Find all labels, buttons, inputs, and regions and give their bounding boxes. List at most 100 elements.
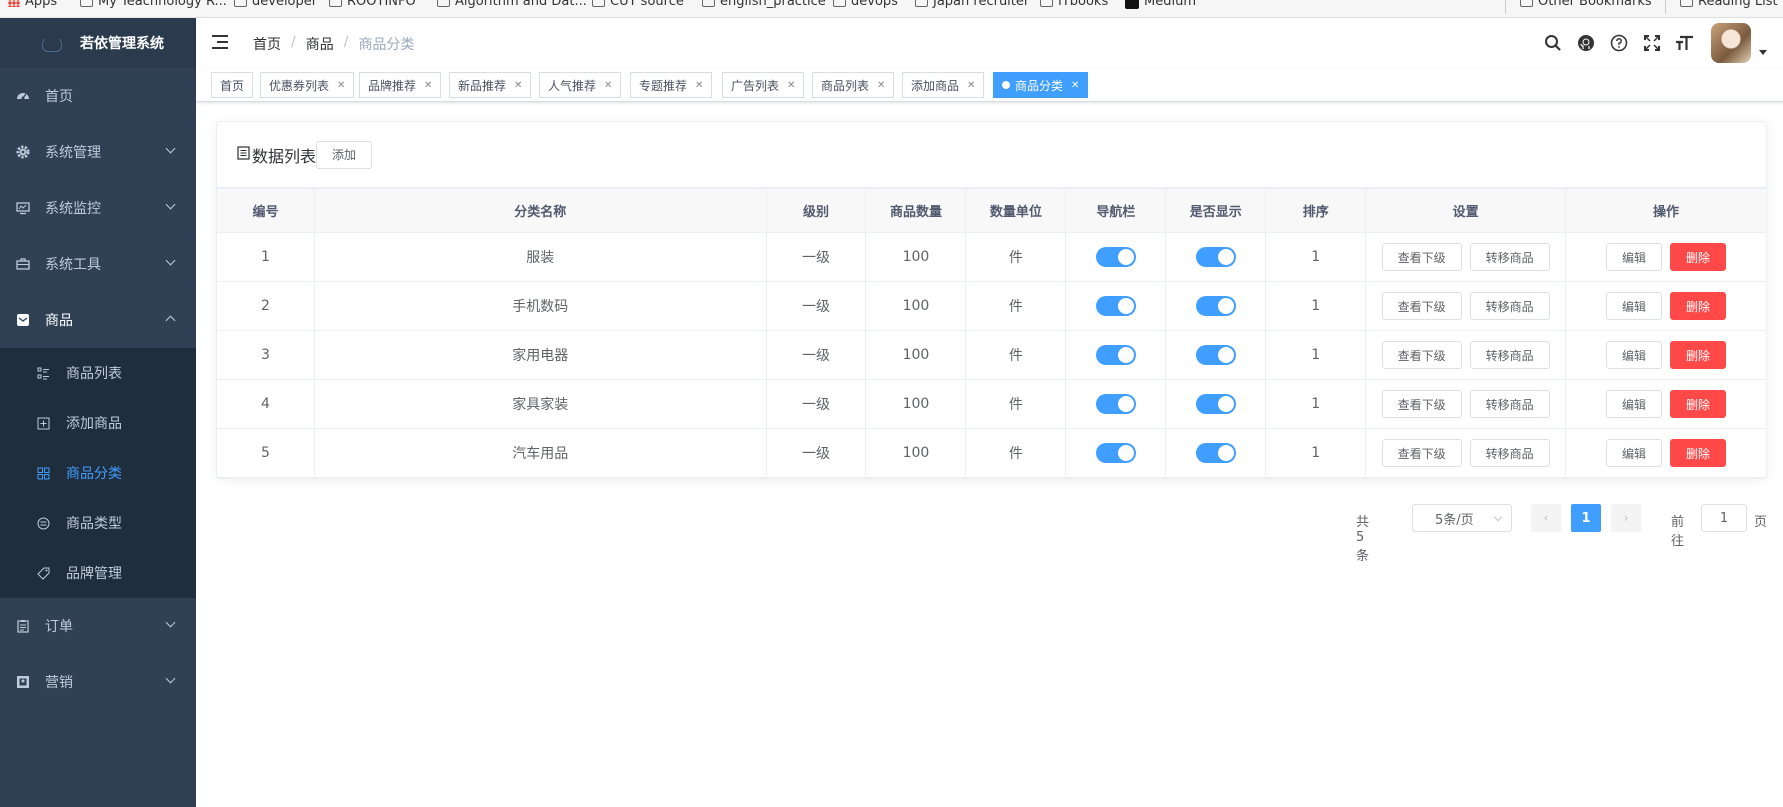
page-size-select[interactable]: 5条/页 [1412, 504, 1512, 532]
close-icon[interactable]: ✕ [967, 80, 975, 91]
tag-new-recommend[interactable]: 新品推荐 ✕ [449, 72, 532, 98]
bookmark-reading-list[interactable]: Reading List [1680, 0, 1778, 9]
tag-ad-list[interactable]: 广告列表 ✕ [722, 72, 805, 98]
view-children-button[interactable]: 查看下级 [1381, 390, 1462, 418]
tag-coupon-list[interactable]: 优惠券列表 ✕ [260, 72, 355, 98]
hamburger-icon[interactable] [212, 35, 228, 49]
nav-toggle[interactable] [1095, 296, 1136, 316]
show-toggle[interactable] [1195, 247, 1236, 267]
tag-brand-recommend[interactable]: 品牌推荐 ✕ [359, 72, 442, 98]
column-header[interactable]: 排序 [1265, 188, 1367, 233]
show-toggle[interactable] [1195, 345, 1236, 365]
edit-button[interactable]: 编辑 [1606, 292, 1663, 320]
edit-button[interactable]: 编辑 [1606, 243, 1663, 271]
view-children-button[interactable]: 查看下级 [1381, 439, 1462, 467]
sidebar-item-goods-category[interactable]: 商品分类 [0, 448, 196, 498]
bookmark-item[interactable]: ITbooks [1040, 0, 1108, 9]
sidebar-item-tools[interactable]: 系统工具 [0, 236, 196, 292]
goto-page-input[interactable] [1701, 504, 1747, 532]
column-header[interactable]: 商品数量 [865, 188, 967, 233]
column-header[interactable]: 级别 [765, 188, 867, 233]
view-children-button[interactable]: 查看下级 [1381, 292, 1462, 320]
close-icon[interactable]: ✕ [514, 80, 522, 91]
transfer-goods-button[interactable]: 转移商品 [1469, 390, 1550, 418]
column-header[interactable]: 设置 [1365, 188, 1567, 233]
breadcrumb-home[interactable]: 首页 [253, 34, 281, 54]
chevron-right-icon[interactable]: › [1611, 504, 1641, 532]
sidebar-item-home[interactable]: 首页 [0, 68, 196, 124]
sidebar-item-goods[interactable]: 商品 [0, 292, 196, 348]
tag-home[interactable]: 首页 [211, 72, 254, 98]
delete-button[interactable]: 删除 [1670, 292, 1727, 320]
nav-toggle[interactable] [1095, 345, 1136, 365]
bookmark-item[interactable]: ROOTINFO [329, 0, 416, 9]
close-icon[interactable]: ✕ [877, 80, 885, 91]
column-header[interactable]: 导航栏 [1065, 188, 1167, 233]
transfer-goods-button[interactable]: 转移商品 [1469, 439, 1550, 467]
show-toggle[interactable] [1195, 296, 1236, 316]
transfer-goods-button[interactable]: 转移商品 [1469, 341, 1550, 369]
transfer-goods-button[interactable]: 转移商品 [1469, 292, 1550, 320]
view-children-button[interactable]: 查看下级 [1381, 341, 1462, 369]
bookmark-item[interactable]: Japan recruiter [915, 0, 1029, 9]
sidebar-logo[interactable]: 若依管理系统 [0, 18, 196, 68]
bookmark-apps[interactable]: Apps [8, 0, 57, 9]
nav-toggle[interactable] [1095, 394, 1136, 414]
close-icon[interactable]: ✕ [604, 80, 612, 91]
column-header[interactable]: 数量单位 [965, 188, 1067, 233]
column-header[interactable]: 操作 [1565, 188, 1767, 233]
question-icon[interactable] [1602, 27, 1635, 60]
font-size-icon[interactable] [1668, 27, 1701, 60]
page-number-button[interactable]: 1 [1571, 504, 1601, 532]
transfer-goods-button[interactable]: 转移商品 [1469, 243, 1550, 271]
column-header[interactable]: 是否显示 [1165, 188, 1267, 233]
delete-button[interactable]: 删除 [1670, 341, 1727, 369]
bookmark-item[interactable]: My Teachnology R... [80, 0, 227, 9]
bookmark-item[interactable]: CUT source [592, 0, 684, 9]
close-icon[interactable]: ✕ [695, 80, 703, 91]
tag-goods-list[interactable]: 商品列表 ✕ [812, 72, 895, 98]
tag-popular-recommend[interactable]: 人气推荐 ✕ [539, 72, 622, 98]
bookmark-item[interactable]: developer [234, 0, 317, 9]
sidebar-item-add-goods[interactable]: 添加商品 [0, 398, 196, 448]
bookmark-other[interactable]: Other Bookmarks [1520, 0, 1652, 9]
sidebar-item-system[interactable]: 系统管理 [0, 124, 196, 180]
bookmark-item[interactable]: Algorithm and Dat... [437, 0, 587, 9]
sidebar-item-goods-list[interactable]: 商品列表 [0, 348, 196, 398]
column-header[interactable]: 分类名称 [313, 188, 767, 233]
add-button[interactable]: 添加 [316, 140, 373, 169]
close-icon[interactable]: ✕ [787, 80, 795, 91]
avatar[interactable] [1711, 23, 1751, 63]
close-icon[interactable]: ✕ [1071, 80, 1079, 91]
tag-topic-recommend[interactable]: 专题推荐 ✕ [630, 72, 713, 98]
sidebar-item-marketing[interactable]: 营销 [0, 654, 196, 710]
column-header[interactable]: 编号 [216, 188, 315, 233]
chevron-left-icon[interactable]: ‹ [1531, 504, 1561, 532]
nav-toggle[interactable] [1095, 247, 1136, 267]
delete-button[interactable]: 删除 [1670, 243, 1727, 271]
caret-down-icon[interactable] [1759, 49, 1767, 55]
bookmark-item[interactable]: devops [833, 0, 898, 9]
fullscreen-icon[interactable] [1635, 27, 1668, 60]
edit-button[interactable]: 编辑 [1606, 439, 1663, 467]
github-icon[interactable] [1569, 27, 1602, 60]
tag-add-goods[interactable]: 添加商品 ✕ [902, 72, 985, 98]
close-icon[interactable]: ✕ [424, 80, 432, 91]
show-toggle[interactable] [1195, 394, 1236, 414]
edit-button[interactable]: 编辑 [1606, 390, 1663, 418]
delete-button[interactable]: 删除 [1670, 439, 1727, 467]
search-icon[interactable] [1536, 27, 1569, 60]
edit-button[interactable]: 编辑 [1606, 341, 1663, 369]
breadcrumb-goods[interactable]: 商品 [306, 34, 334, 54]
sidebar-item-goods-type[interactable]: 商品类型 [0, 498, 196, 548]
nav-toggle[interactable] [1095, 443, 1136, 463]
sidebar-item-order[interactable]: 订单 [0, 598, 196, 654]
bookmark-medium[interactable]: Medium [1125, 0, 1196, 9]
view-children-button[interactable]: 查看下级 [1381, 243, 1462, 271]
bookmark-item[interactable]: english_practice [702, 0, 826, 9]
show-toggle[interactable] [1195, 443, 1236, 463]
close-icon[interactable]: ✕ [337, 80, 345, 91]
sidebar-item-monitor[interactable]: 系统监控 [0, 180, 196, 236]
tag-goods-category[interactable]: 商品分类 ✕ [993, 72, 1089, 98]
sidebar-item-brand[interactable]: 品牌管理 [0, 548, 196, 598]
